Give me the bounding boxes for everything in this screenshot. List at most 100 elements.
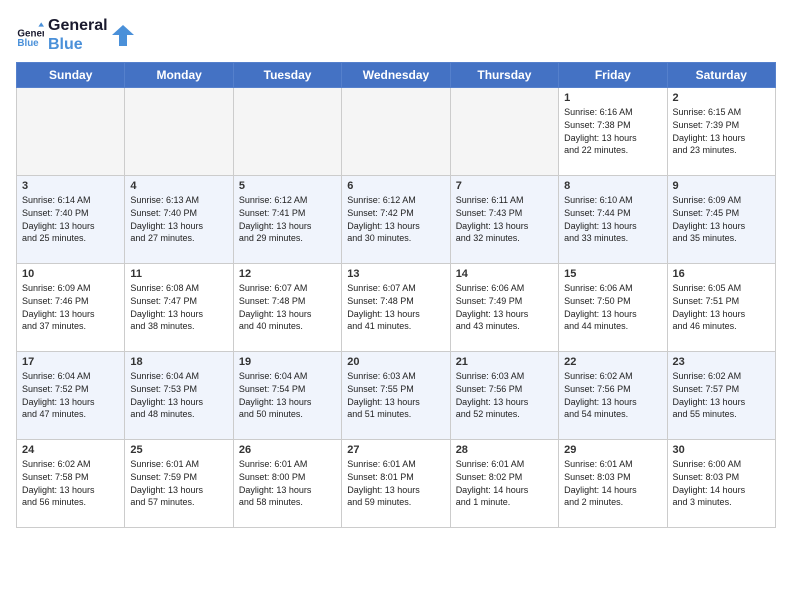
- day-info: Sunrise: 6:05 AM Sunset: 7:51 PM Dayligh…: [673, 282, 770, 332]
- day-number: 15: [564, 268, 661, 280]
- weekday-header-tuesday: Tuesday: [233, 63, 341, 88]
- day-number: 2: [673, 92, 770, 104]
- calendar-day-10: 10 Sunrise: 6:09 AM Sunset: 7:46 PM Dayli…: [17, 264, 125, 352]
- calendar-day-6: 6 Sunrise: 6:12 AM Sunset: 7:42 PM Daylig…: [342, 176, 450, 264]
- day-number: 18: [130, 356, 227, 368]
- day-number: 16: [673, 268, 770, 280]
- calendar-day-empty: [342, 88, 450, 176]
- calendar-day-14: 14Sunrise: 6:06 AM Sunset: 7:49 PM Dayli…: [450, 264, 558, 352]
- calendar-day-2: 2 Sunrise: 6:15 AM Sunset: 7:39 PM Daylig…: [667, 88, 775, 176]
- day-info: Sunrise: 6:12 AM Sunset: 7:42 PM Dayligh…: [347, 194, 444, 244]
- day-number: 11: [130, 268, 227, 280]
- calendar-day-19: 19Sunrise: 6:04 AM Sunset: 7:54 PM Dayli…: [233, 352, 341, 440]
- calendar-day-1: 1Sunrise: 6:16 AM Sunset: 7:38 PM Daylig…: [559, 88, 667, 176]
- page-header: General Blue General Blue: [16, 16, 776, 54]
- calendar-week-row: 1Sunrise: 6:16 AM Sunset: 7:38 PM Daylig…: [17, 88, 776, 176]
- day-info: Sunrise: 6:04 AM Sunset: 7:54 PM Dayligh…: [239, 370, 336, 420]
- calendar-day-23: 23Sunrise: 6:02 AM Sunset: 7:57 PM Dayli…: [667, 352, 775, 440]
- day-info: Sunrise: 6:00 AM Sunset: 8:03 PM Dayligh…: [673, 458, 770, 508]
- calendar-day-empty: [450, 88, 558, 176]
- day-info: Sunrise: 6:04 AM Sunset: 7:52 PM Dayligh…: [22, 370, 119, 420]
- weekday-header-monday: Monday: [125, 63, 233, 88]
- calendar-day-8: 8Sunrise: 6:10 AM Sunset: 7:44 PM Daylig…: [559, 176, 667, 264]
- svg-text:Blue: Blue: [17, 38, 39, 49]
- calendar-day-28: 28 Sunrise: 6:01 AM Sunset: 8:02 PM Dayli…: [450, 440, 558, 528]
- day-info: Sunrise: 6:07 AM Sunset: 7:48 PM Dayligh…: [239, 282, 336, 332]
- day-info: Sunrise: 6:02 AM Sunset: 7:57 PM Dayligh…: [673, 370, 770, 420]
- calendar-day-empty: [17, 88, 125, 176]
- calendar-day-13: 13 Sunrise: 6:07 AM Sunset: 7:48 PM Dayli…: [342, 264, 450, 352]
- day-info: Sunrise: 6:14 AM Sunset: 7:40 PM Dayligh…: [22, 194, 119, 244]
- day-info: Sunrise: 6:12 AM Sunset: 7:41 PM Dayligh…: [239, 194, 336, 244]
- weekday-header-friday: Friday: [559, 63, 667, 88]
- calendar-day-empty: [125, 88, 233, 176]
- day-info: Sunrise: 6:11 AM Sunset: 7:43 PM Dayligh…: [456, 194, 553, 244]
- day-number: 21: [456, 356, 553, 368]
- calendar-day-22: 22Sunrise: 6:02 AM Sunset: 7:56 PM Dayli…: [559, 352, 667, 440]
- weekday-header-saturday: Saturday: [667, 63, 775, 88]
- day-info: Sunrise: 6:09 AM Sunset: 7:46 PM Dayligh…: [22, 282, 119, 332]
- calendar-day-7: 7Sunrise: 6:11 AM Sunset: 7:43 PM Daylig…: [450, 176, 558, 264]
- calendar-day-4: 4 Sunrise: 6:13 AM Sunset: 7:40 PM Daylig…: [125, 176, 233, 264]
- day-number: 9: [673, 180, 770, 192]
- calendar-header: SundayMondayTuesdayWednesdayThursdayFrid…: [17, 63, 776, 88]
- calendar-day-5: 5 Sunrise: 6:12 AM Sunset: 7:41 PM Daylig…: [233, 176, 341, 264]
- day-number: 27: [347, 444, 444, 456]
- day-info: Sunrise: 6:07 AM Sunset: 7:48 PM Dayligh…: [347, 282, 444, 332]
- weekday-header-thursday: Thursday: [450, 63, 558, 88]
- day-number: 13: [347, 268, 444, 280]
- calendar-day-29: 29Sunrise: 6:01 AM Sunset: 8:03 PM Dayli…: [559, 440, 667, 528]
- calendar-day-27: 27 Sunrise: 6:01 AM Sunset: 8:01 PM Dayli…: [342, 440, 450, 528]
- day-info: Sunrise: 6:09 AM Sunset: 7:45 PM Dayligh…: [673, 194, 770, 244]
- day-info: Sunrise: 6:08 AM Sunset: 7:47 PM Dayligh…: [130, 282, 227, 332]
- calendar-day-17: 17 Sunrise: 6:04 AM Sunset: 7:52 PM Dayli…: [17, 352, 125, 440]
- day-number: 6: [347, 180, 444, 192]
- day-number: 30: [673, 444, 770, 456]
- calendar-day-12: 12 Sunrise: 6:07 AM Sunset: 7:48 PM Dayli…: [233, 264, 341, 352]
- calendar-week-row: 17 Sunrise: 6:04 AM Sunset: 7:52 PM Dayli…: [17, 352, 776, 440]
- calendar-day-18: 18 Sunrise: 6:04 AM Sunset: 7:53 PM Dayli…: [125, 352, 233, 440]
- logo-icon: General Blue: [16, 21, 44, 49]
- day-info: Sunrise: 6:03 AM Sunset: 7:55 PM Dayligh…: [347, 370, 444, 420]
- weekday-header-row: SundayMondayTuesdayWednesdayThursdayFrid…: [17, 63, 776, 88]
- day-number: 10: [22, 268, 119, 280]
- day-number: 24: [22, 444, 119, 456]
- day-info: Sunrise: 6:06 AM Sunset: 7:50 PM Dayligh…: [564, 282, 661, 332]
- calendar-day-empty: [233, 88, 341, 176]
- calendar-day-30: 30 Sunrise: 6:00 AM Sunset: 8:03 PM Dayli…: [667, 440, 775, 528]
- day-number: 25: [130, 444, 227, 456]
- calendar-day-24: 24 Sunrise: 6:02 AM Sunset: 7:58 PM Dayli…: [17, 440, 125, 528]
- calendar-day-11: 11 Sunrise: 6:08 AM Sunset: 7:47 PM Dayli…: [125, 264, 233, 352]
- day-number: 12: [239, 268, 336, 280]
- day-info: Sunrise: 6:01 AM Sunset: 8:02 PM Dayligh…: [456, 458, 553, 508]
- day-number: 4: [130, 180, 227, 192]
- day-info: Sunrise: 6:02 AM Sunset: 7:58 PM Dayligh…: [22, 458, 119, 508]
- logo: General Blue General Blue: [16, 16, 134, 54]
- day-number: 5: [239, 180, 336, 192]
- day-info: Sunrise: 6:16 AM Sunset: 7:38 PM Dayligh…: [564, 106, 661, 156]
- day-number: 26: [239, 444, 336, 456]
- day-info: Sunrise: 6:04 AM Sunset: 7:53 PM Dayligh…: [130, 370, 227, 420]
- calendar-day-16: 16 Sunrise: 6:05 AM Sunset: 7:51 PM Dayli…: [667, 264, 775, 352]
- day-number: 17: [22, 356, 119, 368]
- weekday-header-wednesday: Wednesday: [342, 63, 450, 88]
- calendar-week-row: 10 Sunrise: 6:09 AM Sunset: 7:46 PM Dayli…: [17, 264, 776, 352]
- logo-shape-icon: [112, 24, 134, 46]
- day-number: 29: [564, 444, 661, 456]
- weekday-header-sunday: Sunday: [17, 63, 125, 88]
- day-number: 14: [456, 268, 553, 280]
- calendar-body: 1Sunrise: 6:16 AM Sunset: 7:38 PM Daylig…: [17, 88, 776, 528]
- day-info: Sunrise: 6:01 AM Sunset: 8:01 PM Dayligh…: [347, 458, 444, 508]
- day-info: Sunrise: 6:15 AM Sunset: 7:39 PM Dayligh…: [673, 106, 770, 156]
- calendar-week-row: 3Sunrise: 6:14 AM Sunset: 7:40 PM Daylig…: [17, 176, 776, 264]
- calendar-day-25: 25 Sunrise: 6:01 AM Sunset: 7:59 PM Dayli…: [125, 440, 233, 528]
- calendar-day-9: 9 Sunrise: 6:09 AM Sunset: 7:45 PM Daylig…: [667, 176, 775, 264]
- day-number: 20: [347, 356, 444, 368]
- day-info: Sunrise: 6:03 AM Sunset: 7:56 PM Dayligh…: [456, 370, 553, 420]
- day-info: Sunrise: 6:13 AM Sunset: 7:40 PM Dayligh…: [130, 194, 227, 244]
- day-number: 28: [456, 444, 553, 456]
- calendar-day-3: 3Sunrise: 6:14 AM Sunset: 7:40 PM Daylig…: [17, 176, 125, 264]
- day-info: Sunrise: 6:01 AM Sunset: 7:59 PM Dayligh…: [130, 458, 227, 508]
- calendar-day-15: 15 Sunrise: 6:06 AM Sunset: 7:50 PM Dayli…: [559, 264, 667, 352]
- day-number: 8: [564, 180, 661, 192]
